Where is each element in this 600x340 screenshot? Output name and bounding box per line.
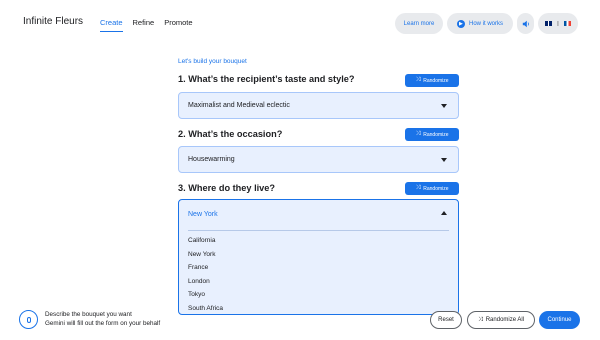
language-divider: | xyxy=(557,20,559,27)
location-select-value[interactable]: New York xyxy=(188,211,218,218)
dropdown-option[interactable]: London xyxy=(188,278,210,285)
voice-prompt-line-2: Gemini will fill out the form on your be… xyxy=(45,320,161,327)
randomize-label: Randomize xyxy=(423,185,449,192)
tab-promote[interactable]: Promote xyxy=(164,18,192,32)
shuffle-icon: ⤨ xyxy=(415,185,421,191)
dropdown-option[interactable]: California xyxy=(188,237,215,244)
style-select[interactable]: Maximalist and Medieval eclectic xyxy=(178,92,459,119)
question-2-title: 2. What’s the occasion? xyxy=(178,129,283,139)
fr-flag-icon[interactable] xyxy=(563,21,571,26)
chevron-up-icon[interactable] xyxy=(441,211,447,215)
randomize-all-label: Randomize All xyxy=(485,317,525,323)
main-nav: Create Refine Promote xyxy=(100,18,193,32)
microphone-icon xyxy=(26,316,31,323)
randomize-button-1[interactable]: ⤨ Randomize xyxy=(405,74,459,87)
header-actions: Learn more ▶ How it works | xyxy=(395,13,578,34)
app-header: Infinite Fleurs Create Refine Promote Le… xyxy=(0,0,600,46)
question-3-title: 3. Where do they live? xyxy=(178,183,276,193)
occasion-select-value: Housewarming xyxy=(188,156,235,163)
randomize-all-button[interactable]: ⤨ Randomize All xyxy=(467,311,535,329)
language-switcher[interactable]: | xyxy=(538,13,578,34)
dropdown-option[interactable]: Tokyo xyxy=(188,291,205,298)
dropdown-divider xyxy=(188,230,449,231)
randomize-label: Randomize xyxy=(423,131,449,138)
dropdown-option[interactable]: New York xyxy=(188,251,215,258)
continue-button[interactable]: Continue xyxy=(539,311,580,329)
chevron-down-icon xyxy=(441,158,447,162)
learn-more-button[interactable]: Learn more xyxy=(395,13,443,34)
app-logo[interactable]: Infinite Fleurs xyxy=(23,16,83,27)
speaker-button[interactable] xyxy=(517,13,534,34)
form-intro: Let's build your bouquet xyxy=(178,58,247,65)
question-1-title: 1. What’s the recipient’s taste and styl… xyxy=(178,74,355,84)
uk-flag-icon[interactable] xyxy=(545,21,553,26)
tab-create[interactable]: Create xyxy=(100,18,123,32)
randomize-button-3[interactable]: ⤨ Randomize xyxy=(405,182,459,195)
dropdown-option[interactable]: South Africa xyxy=(188,305,223,312)
style-select-value: Maximalist and Medieval eclectic xyxy=(188,102,290,109)
location-dropdown[interactable]: New York California New York France Lond… xyxy=(178,199,459,315)
how-it-works-button[interactable]: ▶ How it works xyxy=(447,13,513,34)
how-it-works-label: How it works xyxy=(468,20,503,27)
shuffle-icon: ⤨ xyxy=(477,316,483,323)
voice-prompt-line-1: Describe the bouquet you want xyxy=(45,311,132,318)
shuffle-icon: ⤨ xyxy=(415,77,421,83)
randomize-label: Randomize xyxy=(423,77,449,84)
play-icon: ▶ xyxy=(456,19,465,28)
chevron-down-icon xyxy=(441,104,447,108)
dropdown-option[interactable]: France xyxy=(188,264,208,271)
occasion-select[interactable]: Housewarming xyxy=(178,146,459,173)
speaker-icon xyxy=(522,20,529,27)
shuffle-icon: ⤨ xyxy=(415,131,421,137)
microphone-button[interactable] xyxy=(19,310,38,329)
randomize-button-2[interactable]: ⤨ Randomize xyxy=(405,128,459,141)
reset-button[interactable]: Reset xyxy=(430,311,462,329)
tab-refine[interactable]: Refine xyxy=(133,18,155,32)
